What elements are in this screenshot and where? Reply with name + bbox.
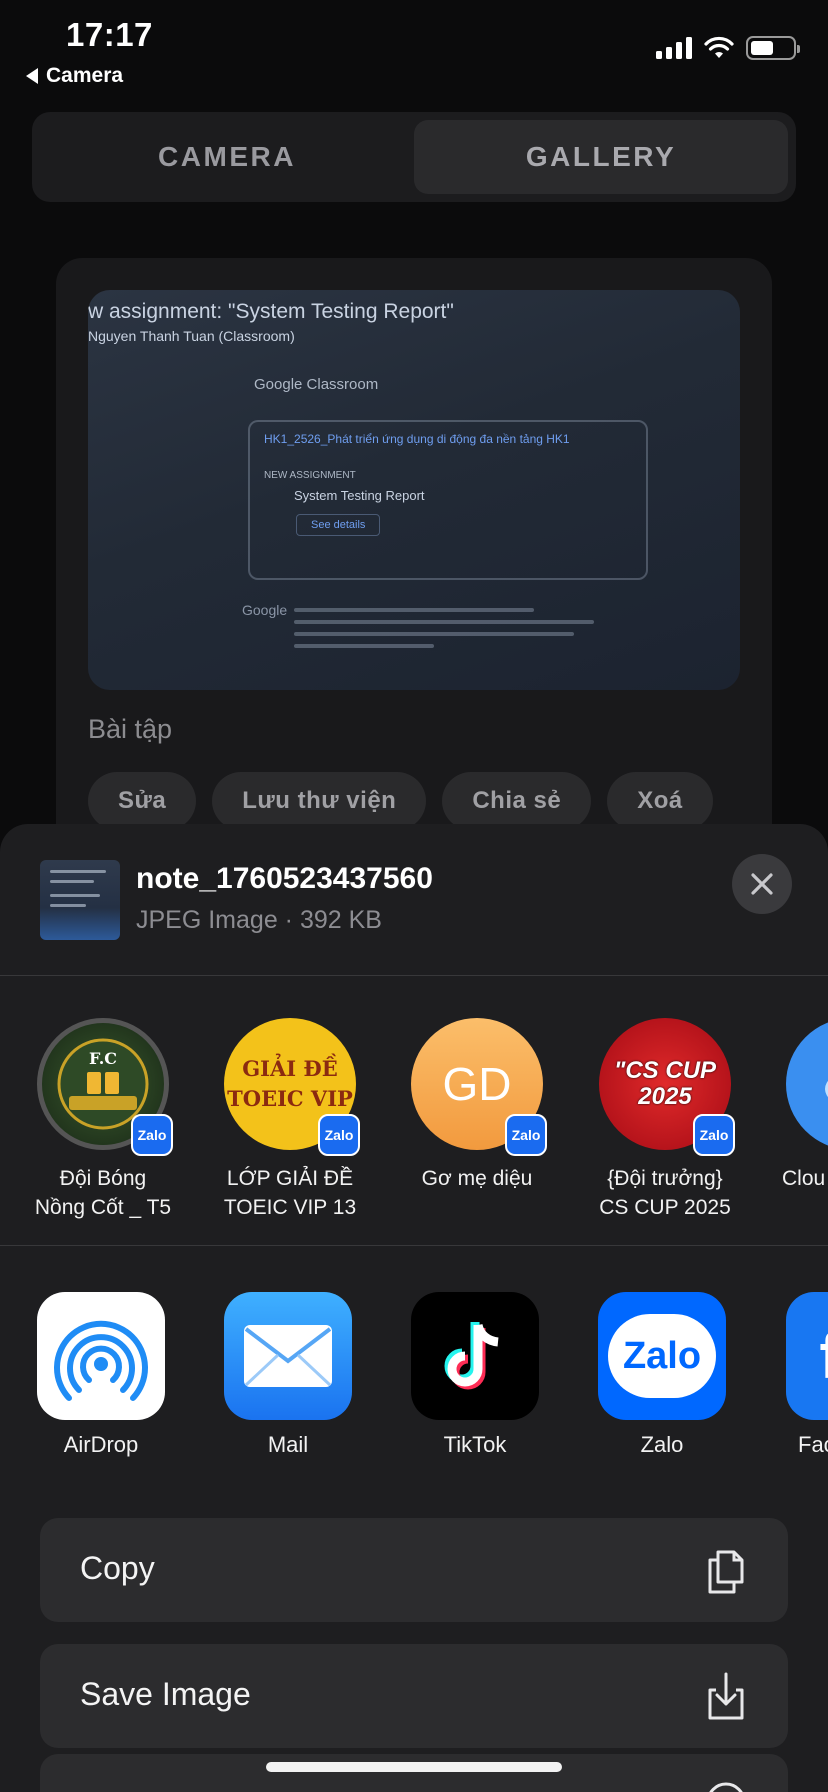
wifi-icon xyxy=(704,36,734,58)
airdrop-icon xyxy=(37,1292,165,1420)
home-indicator xyxy=(266,1762,562,1772)
photo-sender: Nguyen Thanh Tuan (Classroom) xyxy=(88,328,295,344)
cellular-signal-icon xyxy=(656,37,692,59)
photo-footer-brand: Google xyxy=(242,602,288,618)
app-tiktok[interactable]: TikTok xyxy=(380,1292,570,1458)
avatar: GD Zalo xyxy=(411,1018,547,1156)
zalo-badge-icon: Zalo xyxy=(131,1114,173,1156)
status-time: 17:17 xyxy=(66,16,153,53)
share-apps-row: AirDrop Mail TikTok Zalo Zalo Fa xyxy=(0,1246,828,1506)
app-mail[interactable]: Mail xyxy=(193,1292,383,1458)
app-name: AirDrop xyxy=(63,1432,139,1457)
app-facebook[interactable]: f Fac xyxy=(752,1292,828,1458)
share-chip[interactable]: Chia sẻ xyxy=(442,772,592,830)
tab-gallery[interactable]: GALLERY xyxy=(414,120,788,194)
save-image-action[interactable]: Save Image xyxy=(40,1644,788,1748)
back-label: Camera xyxy=(46,64,124,87)
contact-name: {Đội trưởng} CS CUP 2025 xyxy=(599,1167,731,1219)
contact-name: LỚP GIẢI ĐỀ TOEIC VIP 13 xyxy=(223,1167,357,1219)
contact-doi-bong[interactable]: F.C Zalo Đội Bóng Nồng Cốt _ T5 xyxy=(8,1018,198,1222)
zalo-badge-icon: Zalo xyxy=(505,1114,547,1156)
tiktok-icon xyxy=(411,1292,539,1420)
contact-name: Clou xyxy=(782,1167,826,1190)
photo-brand: Google Classroom xyxy=(254,376,379,393)
tab-camera[interactable]: CAMERA xyxy=(40,120,414,194)
action-label: Save Image xyxy=(80,1676,251,1712)
contact-cloud[interactable]: Clou xyxy=(750,1018,828,1193)
avatar xyxy=(786,1018,828,1150)
cloud-icon xyxy=(786,1018,828,1150)
photo-button: See details xyxy=(296,514,381,536)
status-icons xyxy=(656,36,800,60)
more-action-icon xyxy=(709,1782,743,1792)
app-name: Mail xyxy=(267,1432,309,1457)
back-to-camera-link[interactable]: Camera xyxy=(26,64,123,88)
contact-lop-giai-de[interactable]: GIẢI ĐỀ TOEIC VIP Zalo LỚP GIẢI ĐỀ TOEIC … xyxy=(195,1018,385,1222)
photo-tag: NEW ASSIGNMENT xyxy=(264,470,356,481)
status-bar: 17:17 Camera xyxy=(0,0,828,90)
note-actions: Sửa Lưu thư viện Chia sẻ Xoá xyxy=(88,772,713,830)
photo-assignment: System Testing Report xyxy=(294,488,425,503)
copy-action[interactable]: Copy xyxy=(40,1518,788,1622)
more-action[interactable] xyxy=(40,1754,788,1792)
back-arrow-icon xyxy=(26,68,38,84)
avatar: "CS CUP 2025 Zalo xyxy=(599,1018,735,1156)
close-icon xyxy=(751,873,773,895)
svg-text:F.C: F.C xyxy=(89,1049,117,1068)
source-segmented-control: CAMERA GALLERY xyxy=(32,112,796,202)
note-photo[interactable]: w assignment: "System Testing Report" Ng… xyxy=(88,290,740,690)
contact-name: Đội Bóng Nồng Cốt _ T5 xyxy=(34,1167,172,1219)
close-button[interactable] xyxy=(732,854,792,914)
contact-doi-truong[interactable]: "CS CUP 2025 Zalo {Đội trưởng} CS CUP 20… xyxy=(570,1018,760,1222)
zalo-badge-icon: Zalo xyxy=(693,1114,735,1156)
zalo-badge-icon: Zalo xyxy=(318,1114,360,1156)
app-airdrop[interactable]: AirDrop xyxy=(6,1292,196,1458)
avatar: GIẢI ĐỀ TOEIC VIP Zalo xyxy=(224,1018,360,1156)
app-zalo[interactable]: Zalo Zalo xyxy=(567,1292,757,1458)
file-thumbnail xyxy=(40,860,120,940)
mail-icon xyxy=(224,1292,352,1420)
battery-icon xyxy=(746,36,800,60)
share-contacts-row: F.C Zalo Đội Bóng Nồng Cốt _ T5 GIẢI ĐỀ T… xyxy=(0,976,828,1246)
facebook-icon: f xyxy=(786,1292,828,1420)
app-name: Zalo xyxy=(640,1432,684,1457)
file-meta: JPEG Image · 392 KB xyxy=(136,906,382,934)
app-name: TikTok xyxy=(443,1432,507,1457)
share-sheet: note_1760523437560 JPEG Image · 392 KB F… xyxy=(0,824,828,1792)
copy-icon xyxy=(708,1550,744,1594)
share-sheet-header: note_1760523437560 JPEG Image · 392 KB xyxy=(0,824,828,976)
contact-go-me-dieu[interactable]: GD Zalo Gơ mẹ diệu xyxy=(382,1018,572,1193)
save-icon xyxy=(708,1672,744,1720)
delete-chip[interactable]: Xoá xyxy=(607,772,713,830)
save-to-library-chip[interactable]: Lưu thư viện xyxy=(212,772,427,830)
avatar: F.C Zalo xyxy=(37,1018,173,1156)
contact-name: Gơ mẹ diệu xyxy=(421,1167,533,1190)
app-name: Fac xyxy=(798,1432,828,1457)
action-label: Copy xyxy=(80,1550,155,1586)
zalo-icon: Zalo xyxy=(598,1292,726,1420)
edit-chip[interactable]: Sửa xyxy=(88,772,197,830)
file-name: note_1760523437560 xyxy=(136,862,433,895)
photo-subject: w assignment: "System Testing Report" xyxy=(88,300,454,323)
note-category: Bài tập xyxy=(88,714,173,744)
photo-course: HK1_2526_Phát triển ứng dụng di động đa … xyxy=(264,432,570,446)
